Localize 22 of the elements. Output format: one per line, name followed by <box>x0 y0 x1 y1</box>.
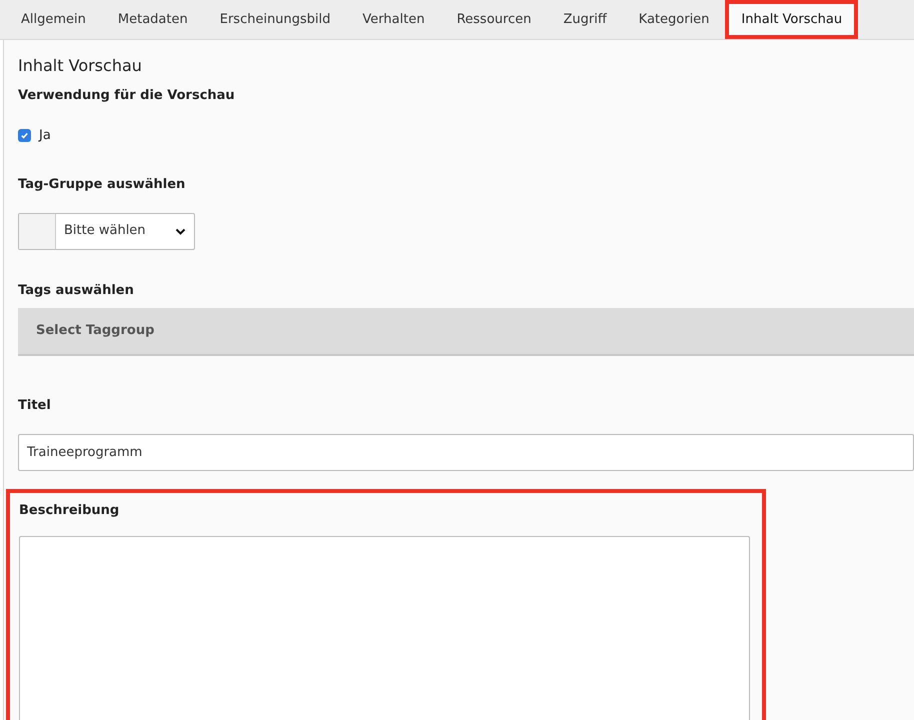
checkbox-label: Ja <box>39 126 51 144</box>
field-label: Titel <box>18 397 52 415</box>
field-label: Tag-Gruppe auswählen <box>18 176 186 194</box>
field-label: Beschreibung <box>19 502 120 520</box>
check-icon <box>20 130 29 140</box>
select-field[interactable]: Bitte wählen <box>18 212 195 250</box>
panel-title: Inhalt Vorschau <box>18 56 143 76</box>
field-label: Verwendung für die Vorschau <box>18 87 236 105</box>
tab[interactable]: Kategorien <box>622 0 726 39</box>
tab[interactable]: Allgemein <box>5 0 102 39</box>
tab[interactable]: Inhalt Vorschau <box>725 0 858 39</box>
tab[interactable]: Zugriff <box>547 0 623 39</box>
title-field[interactable]: Traineeprogramm <box>18 434 914 470</box>
chevron-down-icon <box>175 228 186 234</box>
tab[interactable]: Ressourcen <box>440 0 548 39</box>
select-taggroup-button[interactable]: Select Taggroup <box>18 308 914 356</box>
tab[interactable]: Verhalten <box>346 0 441 39</box>
tab[interactable]: Metadaten <box>102 0 204 39</box>
checkbox[interactable] <box>18 128 31 142</box>
description-field[interactable] <box>19 536 750 720</box>
field-label: Tags auswählen <box>18 282 135 300</box>
tab[interactable]: Erscheinungsbild <box>204 0 347 39</box>
